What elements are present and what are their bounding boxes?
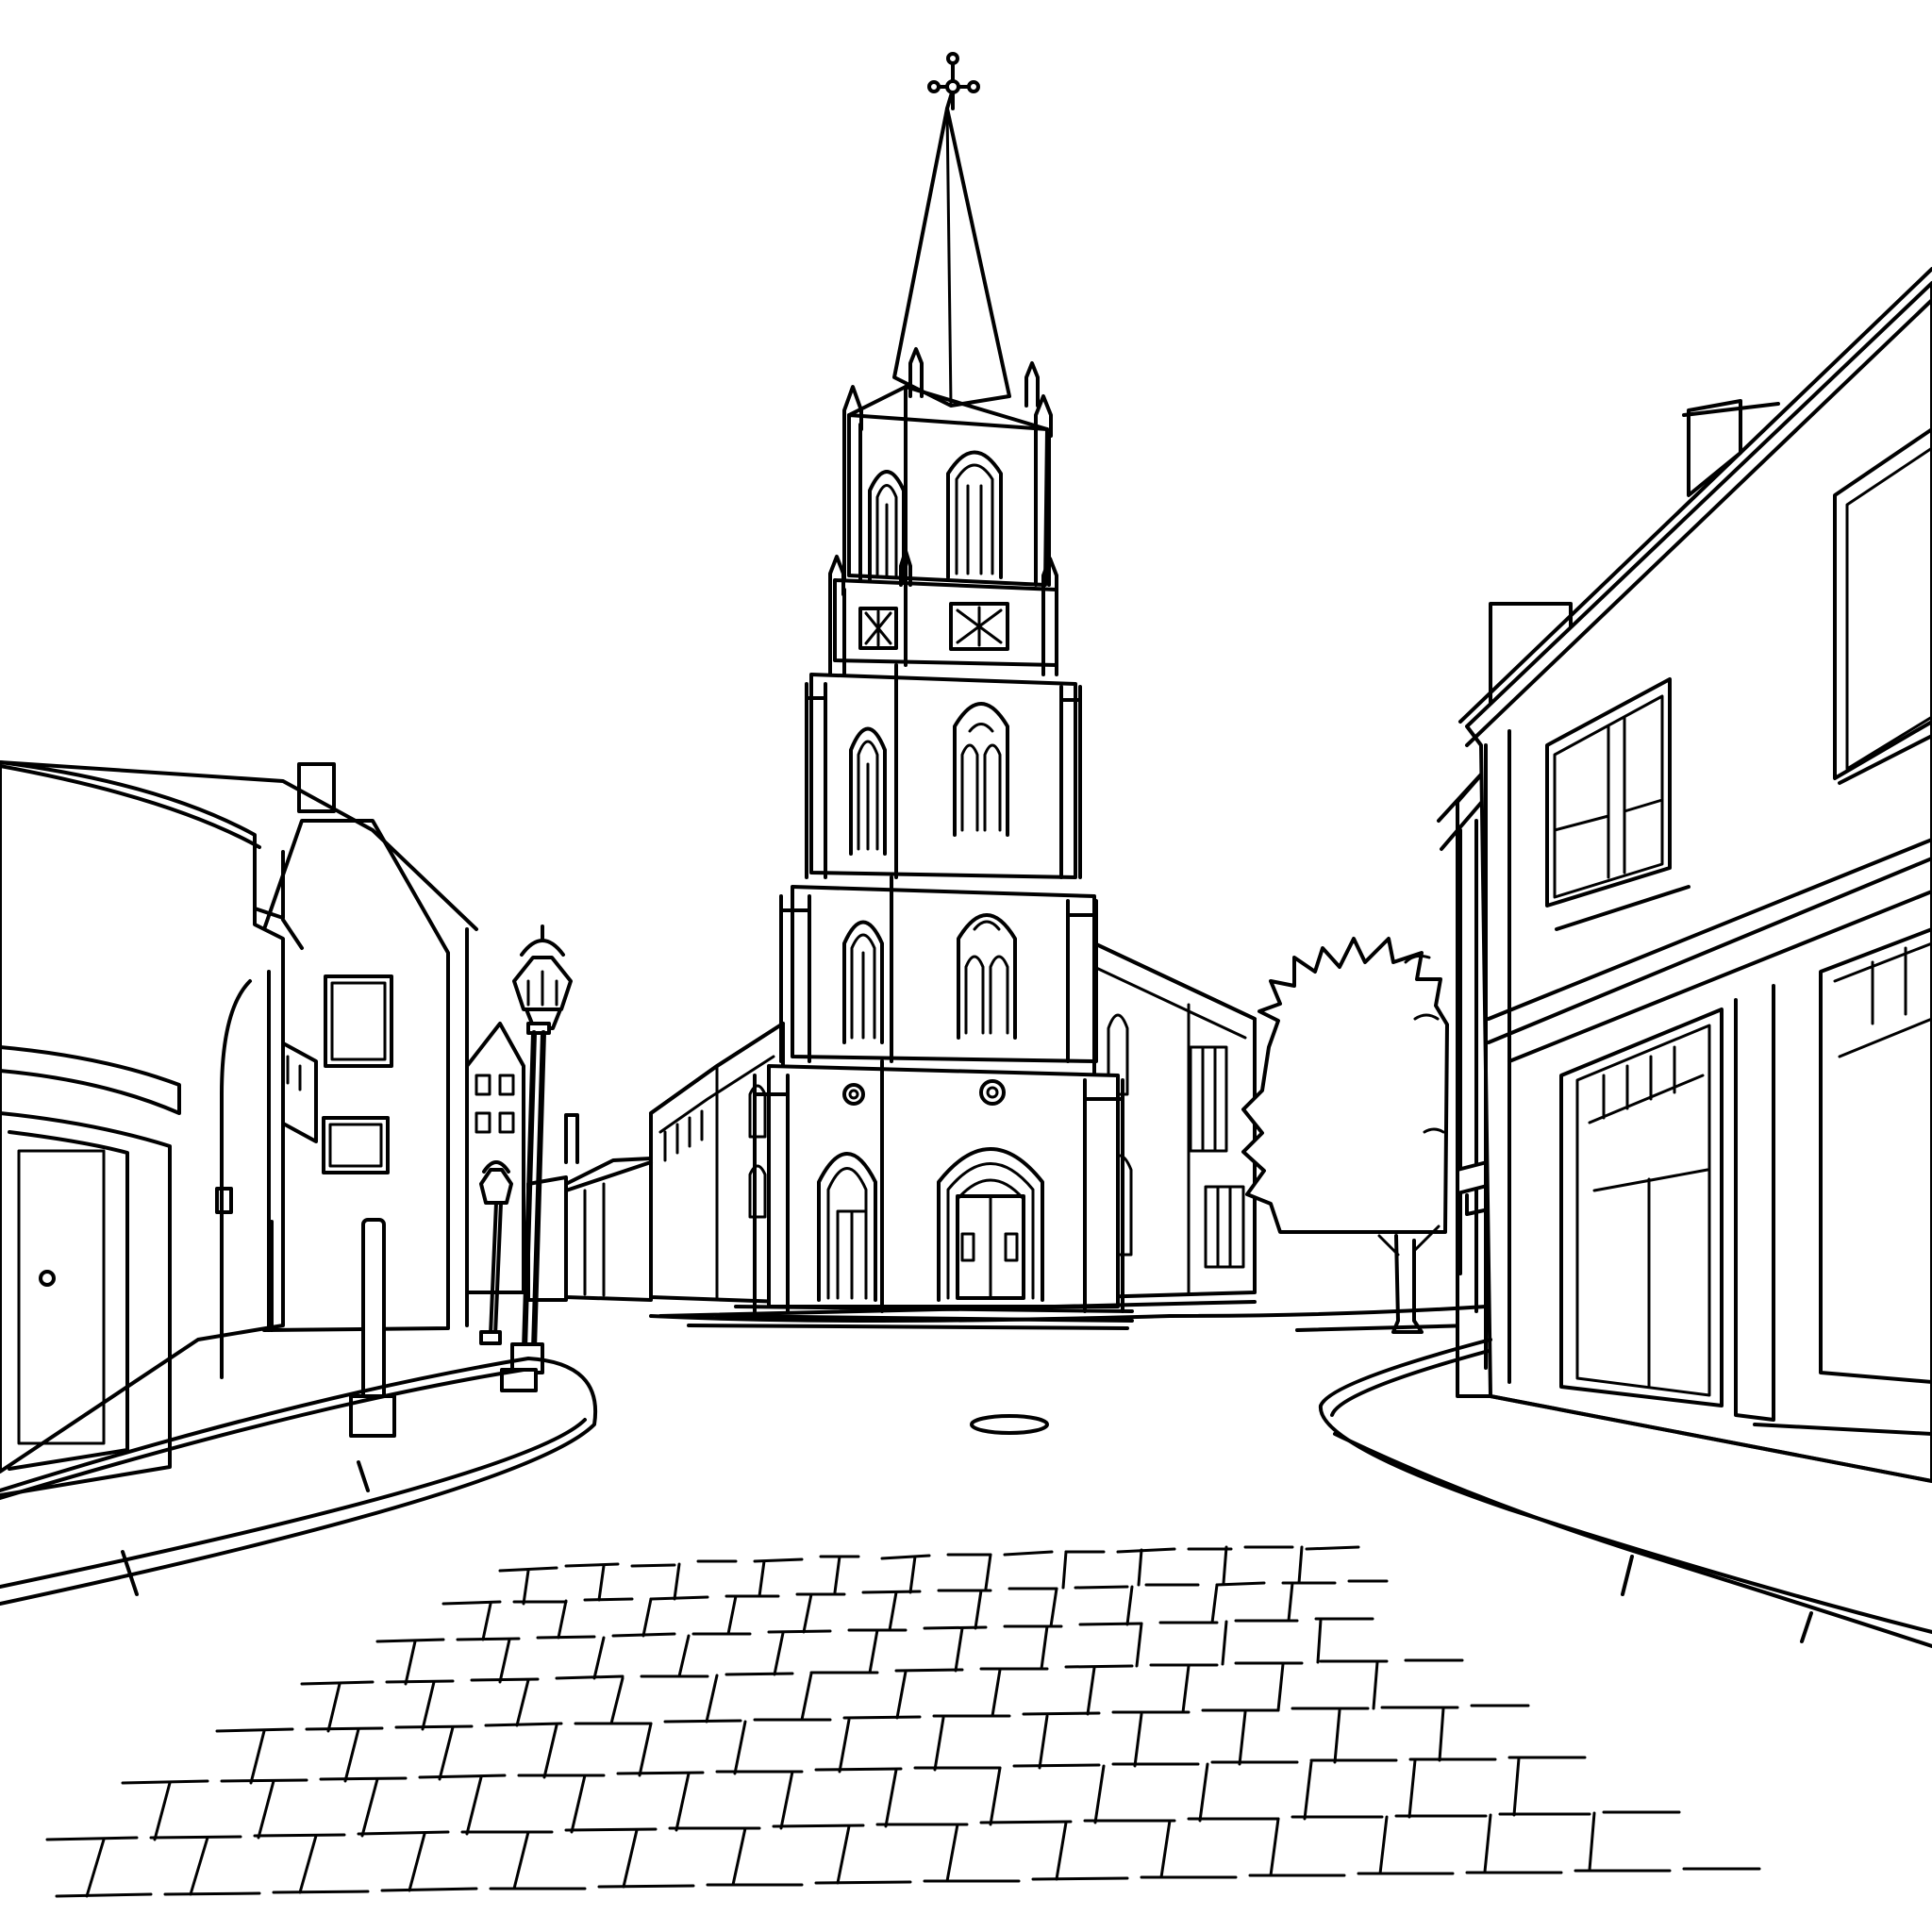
cross-icon (927, 52, 980, 110)
church-tower-base (753, 1059, 1124, 1313)
church-spire (892, 52, 1040, 408)
cobblestone-paving (45, 1545, 1761, 1898)
church (649, 52, 1257, 1330)
manhole-cover (970, 1414, 1049, 1435)
street-scene (0, 0, 1932, 1932)
church-tower-belfry (842, 385, 1053, 587)
church-nave-left (649, 1022, 785, 1304)
right-building-near (1458, 267, 1932, 1483)
church-tower-middle (805, 663, 1082, 879)
church-tower-lower (779, 875, 1098, 1063)
tree (1241, 937, 1474, 1334)
